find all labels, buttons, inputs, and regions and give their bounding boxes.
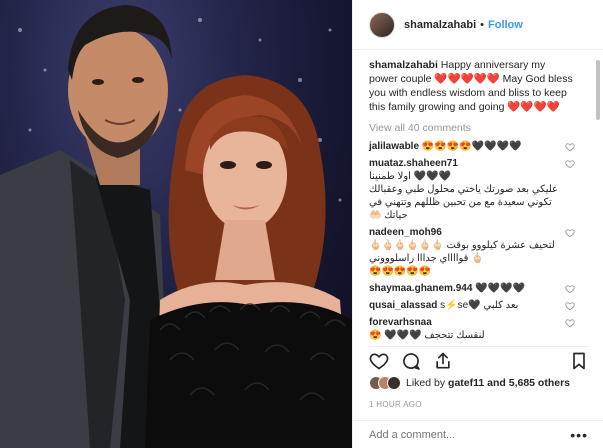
likes-count-link[interactable]: and 5,685 others bbox=[487, 377, 570, 389]
separator-dot: • bbox=[480, 18, 484, 31]
comment-text: 🖤🖤🖤🖤 bbox=[475, 283, 525, 294]
comment-username[interactable]: forevarhsnaa bbox=[369, 317, 432, 328]
add-comment-input[interactable] bbox=[369, 428, 571, 441]
list-item: qusai_alassad s⚡se🖤 بعد كلبي bbox=[369, 299, 575, 312]
avatar[interactable] bbox=[369, 11, 395, 38]
more-options-button[interactable]: ••• bbox=[570, 427, 588, 443]
comment-username[interactable]: qusai_alassad bbox=[369, 300, 437, 311]
heart-icon[interactable] bbox=[369, 351, 389, 371]
username-link[interactable]: shamalzahabi bbox=[404, 19, 476, 31]
add-comment-bar: ••• bbox=[353, 420, 603, 448]
heart-icon[interactable] bbox=[565, 228, 575, 238]
caption-username[interactable]: shamalzahabi bbox=[369, 59, 438, 71]
comments-scrollbar[interactable] bbox=[595, 60, 601, 336]
post-header: shamalzahabi • Follow bbox=[353, 0, 603, 50]
comment-text: لتحيف عشرة كيلووو بوقت 🖕🏻🖕🏻🖕🏻🖕🏻🖕🏻🖕🏻🖕🏻 قو… bbox=[369, 240, 555, 277]
comment-icon[interactable] bbox=[401, 351, 421, 371]
post-details-panel: shamalzahabi • Follow shamalzahabi Happy… bbox=[352, 0, 603, 448]
heart-icon[interactable] bbox=[565, 318, 575, 328]
list-item: forevarhsnaa لنفسك تتحجف 🖤🖤🖤 😍 عشرة كيلو… bbox=[369, 316, 575, 340]
couple-photo-illustration bbox=[0, 5, 352, 448]
comment-text: s⚡se🖤 بعد كلبي bbox=[440, 300, 519, 311]
heart-icon[interactable] bbox=[565, 301, 575, 311]
liked-by-label: Liked by bbox=[406, 377, 446, 389]
comment-username[interactable]: jalilawable bbox=[369, 141, 419, 152]
caption: shamalzahabi Happy anniversary my power … bbox=[369, 58, 575, 114]
bookmark-icon[interactable] bbox=[569, 351, 589, 371]
heart-icon[interactable] bbox=[565, 142, 575, 152]
heart-icon[interactable] bbox=[565, 159, 575, 169]
follow-button[interactable]: Follow bbox=[488, 19, 523, 31]
comment-username[interactable]: muataz.shaheen71 bbox=[369, 158, 458, 169]
post-photo[interactable] bbox=[0, 0, 352, 448]
avatar[interactable] bbox=[387, 376, 401, 390]
comment-username[interactable]: shaymaa.ghanem.944 bbox=[369, 283, 472, 294]
comment-username[interactable]: nadeen_moh96 bbox=[369, 227, 442, 238]
liker-avatars bbox=[369, 376, 401, 390]
comments-list: shamalzahabi Happy anniversary my power … bbox=[353, 58, 589, 340]
scrollbar-thumb[interactable] bbox=[596, 60, 600, 120]
comment-text: 😍😍😍😍🖤🖤🖤🖤 bbox=[421, 141, 522, 152]
comment-text: 🖤🖤🖤 اولا طمنينا عليكي بعد صورتك ياختي مح… bbox=[369, 171, 558, 221]
post-timestamp[interactable]: 1 HOUR AGO bbox=[369, 400, 422, 409]
view-all-comments-link[interactable]: View all 40 comments bbox=[369, 122, 575, 134]
action-bar bbox=[369, 346, 589, 372]
list-item: nadeen_moh96 لتحيف عشرة كيلووو بوقت 🖕🏻🖕🏻… bbox=[369, 226, 575, 278]
list-item: jalilawable 😍😍😍😍🖤🖤🖤🖤 bbox=[369, 140, 575, 153]
list-item: muataz.shaheen71 🖤🖤🖤 اولا طمنينا عليكي ب… bbox=[369, 157, 575, 222]
liked-by-user-link[interactable]: gatef11 bbox=[448, 377, 484, 389]
list-item: shaymaa.ghanem.944 🖤🖤🖤🖤 bbox=[369, 282, 575, 295]
heart-icon[interactable] bbox=[565, 284, 575, 294]
likes-summary: Liked by gatef11 and 5,685 others bbox=[369, 376, 595, 390]
comment-text: لنفسك تتحجف 🖤🖤🖤 😍 عشرة كيلو 🏃🏻 ب عشرين ي… bbox=[369, 330, 485, 340]
share-icon[interactable] bbox=[433, 351, 453, 371]
